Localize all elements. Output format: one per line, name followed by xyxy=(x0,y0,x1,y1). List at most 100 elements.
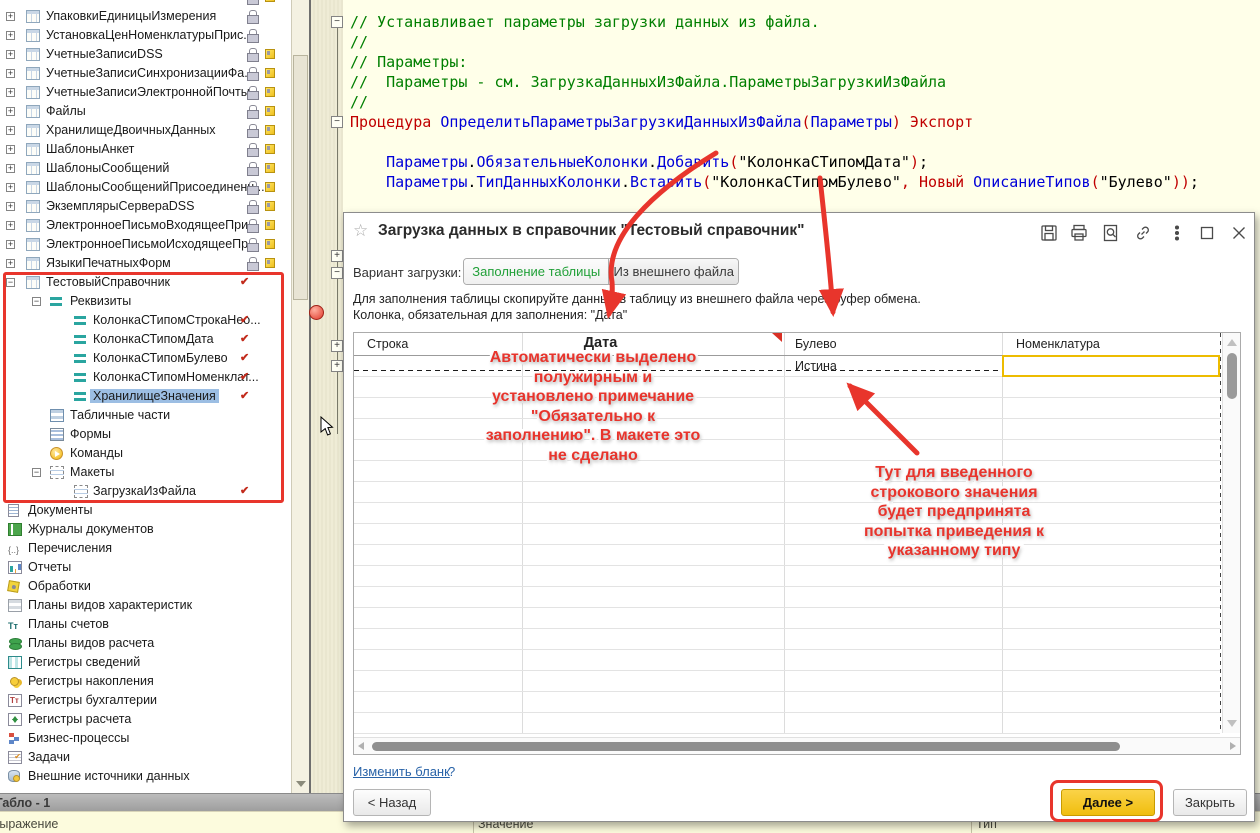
tree-item-label[interactable]: УчетныеЗаписиDSS xyxy=(46,47,163,61)
tree-item-label[interactable]: Регистры сведений xyxy=(28,655,140,669)
fold-collapse-icon[interactable]: − xyxy=(331,267,343,279)
tree-item-Табличные части[interactable]: Табличные части xyxy=(0,406,291,425)
tree-item-ЭлектронноеПисьмоВходящееПри...[interactable]: + ЭлектронноеПисьмоВходящееПри... xyxy=(0,216,291,235)
tree-item-Внешние источники данных[interactable]: Внешние источники данных xyxy=(0,767,291,786)
tree-item-label[interactable]: Регистры бухгалтерии xyxy=(28,693,157,707)
code-line[interactable]: Параметры.ТипДанныхКолонки.Вставить("Кол… xyxy=(350,172,1199,192)
tree-item-УчетныеЗаписиЭлектроннойПочты[interactable]: +УчетныеЗаписиЭлектроннойПочты xyxy=(0,83,291,102)
active-cell[interactable] xyxy=(1002,355,1220,377)
tree-item-label[interactable]: Регистры накопления xyxy=(28,674,154,688)
tree-item-label[interactable]: ЗагрузкаИзФайла xyxy=(93,484,196,498)
table-horizontal-scrollbar[interactable] xyxy=(354,737,1240,754)
tree-item-Планы видов расчета[interactable]: Планы видов расчета xyxy=(0,634,291,653)
tree-item-label[interactable]: Планы счетов xyxy=(28,617,109,631)
tree-item-Планы счетов[interactable]: Планы счетов xyxy=(0,615,291,634)
edit-form-link[interactable]: Изменить бланк xyxy=(353,764,450,779)
fold-collapse-icon[interactable]: − xyxy=(331,116,343,128)
tree-item-УстановкаЦенНоменклатурыПрис...[interactable]: + УстановкаЦенНоменклатурыПрис... xyxy=(0,26,291,45)
tree-item-label[interactable]: Отчеты xyxy=(28,560,71,574)
expand-icon[interactable]: + xyxy=(6,31,15,40)
tree-item-label[interactable]: КолонкаСТипомНоменклат... xyxy=(93,370,259,384)
tree-item-ШаблоныСообщений[interactable]: +ШаблоныСообщений xyxy=(0,159,291,178)
code-line[interactable]: Параметры.ОбязательныеКолонки.Добавить("… xyxy=(350,152,928,172)
expand-icon[interactable]: + xyxy=(6,12,15,21)
tree-item-Реквизиты[interactable]: −Реквизиты xyxy=(0,292,291,311)
tree-item-label[interactable]: УстановкаЦенНоменклатурыПрис... xyxy=(46,28,254,42)
tree-item-КолонкаСТипомСтрокаНео...[interactable]: КолонкаСТипомСтрокаНео... xyxy=(0,311,291,330)
tree-item-Регистры расчета[interactable]: Регистры расчета xyxy=(0,710,291,729)
favorite-star-icon[interactable]: ☆ xyxy=(353,221,368,241)
tree-item-Файлы[interactable]: + Файлы xyxy=(0,102,291,121)
tree-item-Формы[interactable]: Формы xyxy=(0,425,291,444)
code-line[interactable]: // Устанавливает параметры загрузки данн… xyxy=(350,12,820,32)
tree-item-label[interactable]: Табличные части xyxy=(70,408,170,422)
expand-icon[interactable]: + xyxy=(6,145,15,154)
tree-item-label[interactable]: ШаблоныСообщений xyxy=(46,161,169,175)
tree-item-Обработки[interactable]: Обработки xyxy=(0,577,291,596)
tree-item-КолонкаСТипомНоменклат...[interactable]: КолонкаСТипомНоменклат... xyxy=(0,368,291,387)
help-icon[interactable]: ? xyxy=(448,764,455,779)
col-header-stroka[interactable]: Строка xyxy=(367,337,408,351)
tree-item-ЯзыкиПечатныхФорм[interactable]: + ЯзыкиПечатныхФорм xyxy=(0,254,291,273)
expand-icon[interactable]: + xyxy=(6,240,15,249)
expand-icon[interactable]: + xyxy=(6,183,15,192)
tree-item-КолонкаСТипомБулево[interactable]: КолонкаСТипомБулево xyxy=(0,349,291,368)
tree-item-label[interactable]: КолонкаСТипомСтрокаНео... xyxy=(93,313,261,327)
tree-item-label[interactable]: Регистры расчета xyxy=(28,712,131,726)
tree-item-label[interactable]: УпаковкиЕдиницыИзмерения xyxy=(46,9,216,23)
next-button[interactable]: Далее > xyxy=(1061,789,1155,816)
tree-item-label[interactable]: Задачи xyxy=(28,750,70,764)
tree-item-label[interactable]: Перечисления xyxy=(28,541,112,555)
tree-item-label[interactable]: КолонкаСТипомДата xyxy=(93,332,214,346)
tree-item-label[interactable]: Планы видов характеристик xyxy=(28,598,192,612)
tree-item-ХранилищеДвоичныхДанных[interactable]: + ХранилищеДвоичныхДанных xyxy=(0,121,291,140)
fold-expand-icon[interactable]: + xyxy=(331,360,343,372)
scroll-down-icon[interactable] xyxy=(1227,720,1237,727)
fold-expand-icon[interactable]: + xyxy=(331,250,343,262)
tree-item-label[interactable]: ШаблоныСообщенийПрисоединенн... xyxy=(46,180,265,194)
tree-item-label[interactable]: ЭкземплярыСервераDSS xyxy=(46,199,195,213)
expand-icon[interactable]: + xyxy=(6,107,15,116)
tree-item-label[interactable]: Файлы xyxy=(46,104,86,118)
tree-item-label[interactable]: Обработки xyxy=(28,579,91,593)
variant-from-file[interactable]: Из внешнего файла xyxy=(609,259,738,284)
tree-item-label[interactable]: ШаблоныАнкет xyxy=(46,142,134,156)
close-button[interactable]: Закрыть xyxy=(1173,789,1247,816)
code-line[interactable]: // xyxy=(350,32,368,52)
expand-icon[interactable]: + xyxy=(6,259,15,268)
tree-item-ТестовыйСправочник[interactable]: −ТестовыйСправочник xyxy=(0,273,291,292)
expand-icon[interactable]: + xyxy=(6,202,15,211)
code-line[interactable]: Процедура ОпределитьПараметрыЗагрузкиДан… xyxy=(350,112,973,132)
tree-item-ШаблоныСообщенийПрисоединенн...[interactable]: + ШаблоныСообщенийПрисоединенн... xyxy=(0,178,291,197)
tree-scroll-down-icon[interactable] xyxy=(296,781,306,787)
tree-item-label[interactable]: ЭлектронноеПисьмоВходящееПри... xyxy=(46,218,258,232)
tree-item-label[interactable]: ЯзыкиПечатныхФорм xyxy=(46,256,171,270)
tree-item-ХранилищеЗначения[interactable]: ХранилищеЗначения xyxy=(0,387,291,406)
close-icon[interactable] xyxy=(1229,223,1249,243)
expand-icon[interactable]: + xyxy=(6,126,15,135)
tree-item-label[interactable]: ХранилищеДвоичныхДанных xyxy=(46,123,216,137)
tree-item-Перечисления[interactable]: Перечисления xyxy=(0,539,291,558)
tree-item-label[interactable]: Команды xyxy=(70,446,123,460)
table-vertical-scrollbar[interactable] xyxy=(1222,333,1240,733)
scroll-up-icon[interactable] xyxy=(1227,339,1237,346)
col-header-nomenklatura[interactable]: Номенклатура xyxy=(1016,337,1100,351)
breakpoint-marker[interactable] xyxy=(309,305,324,320)
tree-item-УчетныеЗаписиСинхронизацииФа...[interactable]: +УчетныеЗаписиСинхронизацииФа... xyxy=(0,64,291,83)
expand-icon[interactable]: + xyxy=(6,69,15,78)
tree-item-label[interactable]: Формы xyxy=(70,427,111,441)
expand-icon[interactable]: + xyxy=(6,221,15,230)
code-line[interactable]: // xyxy=(350,92,368,112)
code-line[interactable]: // Параметры: xyxy=(350,52,467,72)
code-line[interactable]: // Параметры - см. ЗагрузкаДанныхИзФайла… xyxy=(350,72,946,92)
preview-icon[interactable] xyxy=(1101,223,1121,243)
back-button[interactable]: < Назад xyxy=(353,789,431,816)
tree-item-label[interactable]: УчетныеЗаписиЭлектроннойПочты xyxy=(46,85,250,99)
scroll-right-icon[interactable] xyxy=(1230,742,1236,750)
tree-item-УпаковкиЕдиницыИзмерения[interactable]: + УпаковкиЕдиницыИзмерения xyxy=(0,7,291,26)
tree-item-Регистры накопления[interactable]: Регистры накопления xyxy=(0,672,291,691)
tree-item-label[interactable]: ХранилищеЗначения xyxy=(90,389,219,403)
tree-item-Макеты[interactable]: −Макеты xyxy=(0,463,291,482)
tree-item-label[interactable]: Документы xyxy=(28,503,92,517)
tree-item-УчетныеЗаписиDSS[interactable]: +УчетныеЗаписиDSS xyxy=(0,45,291,64)
